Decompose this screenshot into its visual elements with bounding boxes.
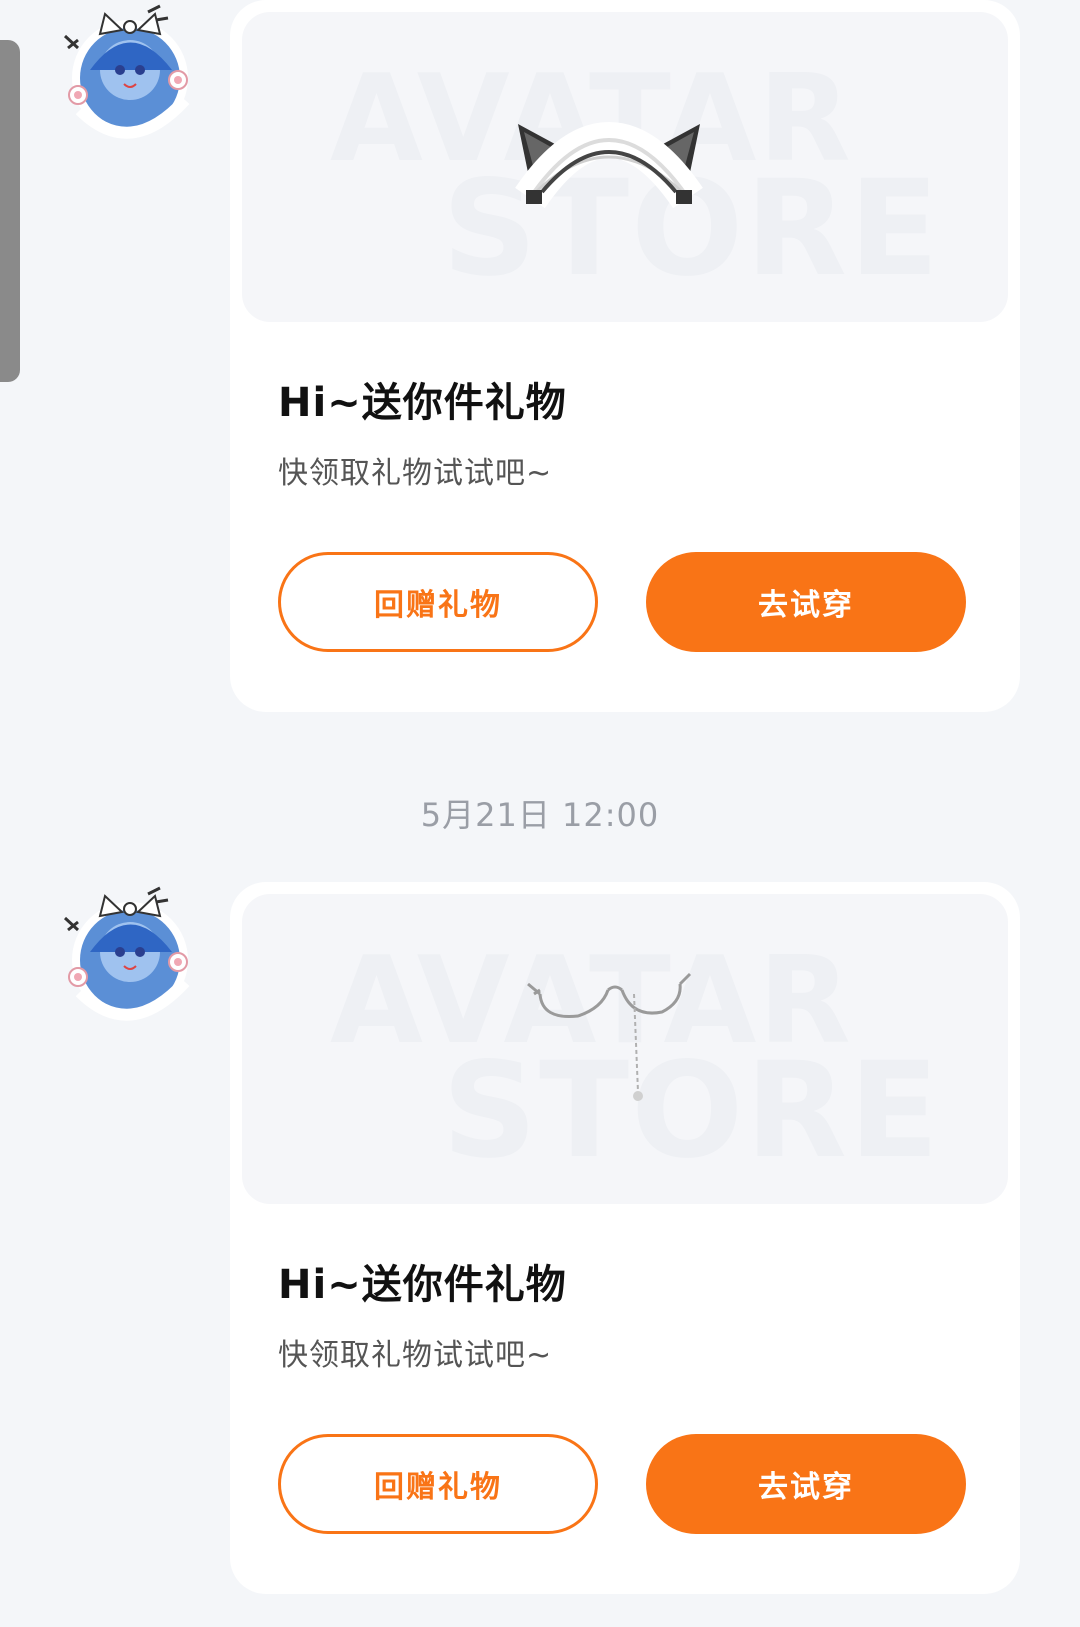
gift-item-preview[interactable]: AVATAR STORE	[242, 12, 1008, 322]
gift-card[interactable]: AVATAR STORE Hi~送你件礼物 快领取礼物试试吧~ 回赠礼物 去试穿	[230, 882, 1020, 1594]
gift-card[interactable]: AVATAR STORE Hi~送你件礼物 快领取礼物试试吧~ 回赠礼物 去试穿	[230, 0, 1020, 712]
cat-ear-maid-headband-icon	[515, 122, 703, 209]
return-gift-button[interactable]: 回赠礼物	[278, 1434, 598, 1534]
anime-cat-girl-avatar-icon	[63, 4, 190, 139]
gift-subtitle: 快领取礼物试试吧~	[278, 1338, 553, 1373]
return-gift-button[interactable]: 回赠礼物	[278, 552, 598, 652]
sender-avatar[interactable]	[60, 882, 205, 1032]
gift-subtitle: 快领取礼物试试吧~	[278, 456, 553, 491]
gift-title: Hi~送你件礼物	[278, 1262, 567, 1308]
sender-avatar[interactable]	[60, 0, 205, 150]
try-on-button[interactable]: 去试穿	[646, 1434, 966, 1534]
chat-timestamp: 5月21日 12:00	[420, 796, 660, 834]
gift-title: Hi~送你件礼物	[278, 380, 567, 426]
glasses-with-chain-icon	[527, 972, 692, 1101]
anime-cat-girl-avatar-icon	[63, 886, 190, 1021]
gift-item-preview[interactable]: AVATAR STORE	[242, 894, 1008, 1204]
try-on-button[interactable]: 去试穿	[646, 552, 966, 652]
scroll-edge-handle[interactable]	[0, 40, 20, 382]
